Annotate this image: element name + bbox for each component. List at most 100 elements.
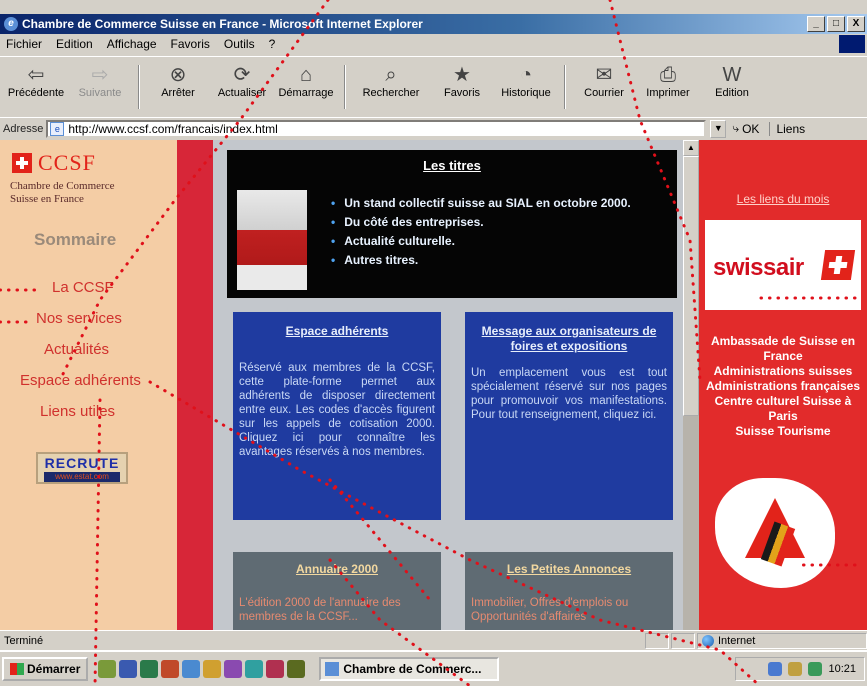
espace-adherents-heading[interactable]: Espace adhérents (233, 324, 441, 339)
toolbar-button-arreter[interactable]: ⊗ Arrêter (146, 57, 210, 115)
titre-item[interactable]: Un stand collectif suisse au SIAL en oct… (331, 194, 631, 213)
ie-icon[interactable] (182, 660, 201, 678)
internet-explorer-icon: e (4, 17, 18, 31)
history-icon: ◔ (519, 64, 533, 86)
security-zone: Internet (697, 632, 867, 649)
magazine-cover-image[interactable] (237, 190, 307, 290)
app-icon[interactable] (224, 660, 243, 678)
link-ambassade[interactable]: Ambassade de Suisse en France (699, 334, 867, 364)
nav-link-actualites[interactable]: Actualités (0, 334, 177, 365)
link-admin-suisses[interactable]: Administrations suisses (699, 364, 867, 379)
scroll-track[interactable] (683, 416, 699, 630)
status-text: Terminé (4, 634, 44, 647)
ccsf-logo[interactable]: CCSF (12, 150, 96, 176)
status-bar: Terminé Internet (0, 630, 867, 650)
menu-affichage[interactable]: Affichage (107, 37, 157, 51)
task-label: Chambre de Commerc... (343, 662, 482, 676)
annuaire-text: L'édition 2000 de l'annuaire des membres… (239, 597, 401, 623)
address-url: http://www.ccsf.com/francais/index.html (68, 121, 278, 136)
toolbar-button-suivante[interactable]: ⇨ Suivante (68, 57, 132, 115)
vertical-scrollbar[interactable]: ▲ (683, 140, 699, 630)
app-icon[interactable] (266, 660, 285, 678)
maximize-button[interactable]: □ (827, 16, 845, 32)
annuaire-heading[interactable]: Annuaire 2000 (233, 562, 441, 576)
toolbar-separator (344, 65, 346, 109)
message-organisateurs-text: Un emplacement vous est tout spécialemen… (471, 367, 667, 421)
home-icon: ⌂ (299, 64, 313, 86)
go-label: OK (742, 121, 760, 136)
toolbar-button-label: Arrêter (161, 87, 195, 99)
close-button[interactable]: X (847, 16, 865, 32)
toolbar-button-courrier[interactable]: ✉ Courrier (572, 57, 636, 115)
tray-network-icon[interactable] (768, 662, 783, 676)
menu-fichier[interactable]: Fichier (6, 37, 42, 51)
titre-item[interactable]: Actualité culturelle. (331, 232, 631, 251)
nav-link-espace-adherents[interactable]: Espace adhérents (0, 365, 177, 396)
titre-item[interactable]: Du côté des entreprises. (331, 213, 631, 232)
toolbar-button-actualiser[interactable]: ⟳ Actualiser (210, 57, 274, 115)
link-centre-culturel[interactable]: Centre culturel Suisse à Paris (699, 394, 867, 424)
refresh-icon: ⟳ (233, 64, 251, 86)
powerpoint-icon[interactable] (161, 660, 180, 678)
petites-annonces-text: Immobilier, Offres d'emplois ou Opportun… (471, 597, 629, 623)
menu-outils[interactable]: Outils (224, 37, 255, 51)
start-button[interactable]: Démarrer (2, 657, 89, 681)
nav-link-la-ccsf[interactable]: La CCSF (0, 272, 177, 303)
minimize-button[interactable]: _ (807, 16, 825, 32)
nav-links: La CCSF Nos services Actualités Espace a… (0, 272, 177, 427)
toolbar-button-imprimer[interactable]: ⎙ Imprimer (636, 57, 700, 115)
outlook-icon[interactable] (203, 660, 222, 678)
links-button[interactable]: Liens (769, 121, 805, 136)
titre-item[interactable]: Autres titres. (331, 251, 631, 270)
centre-culturel-emblem[interactable] (715, 478, 835, 588)
tray-app-icon[interactable] (808, 662, 823, 676)
scroll-thumb[interactable] (683, 156, 699, 416)
zone-label: Internet (718, 634, 756, 647)
nav-link-nos-services[interactable]: Nos services (0, 303, 177, 334)
message-organisateurs-heading[interactable]: Message aux organisateurs de foires et e… (465, 324, 673, 354)
link-suisse-tourisme[interactable]: Suisse Tourisme (699, 424, 867, 439)
right-column: Les liens du mois swissair Ambassade de … (699, 140, 867, 630)
swissair-banner[interactable]: swissair (705, 220, 861, 310)
nav-link-liens-utiles[interactable]: Liens utiles (0, 396, 177, 427)
link-admin-francaises[interactable]: Administrations françaises (699, 379, 867, 394)
scroll-up-arrow-icon[interactable]: ▲ (683, 140, 699, 156)
windows-throbber-icon (839, 35, 865, 53)
recrute-banner[interactable]: RECRUTE www.estat.com (36, 452, 128, 484)
excel-icon[interactable] (140, 660, 159, 678)
toolbar-button-precedente[interactable]: ⇦ Précédente (4, 57, 68, 115)
title-bar: e Chambre de Commerce Suisse en France -… (0, 14, 867, 34)
address-bar: Adresse e http://www.ccsf.com/francais/i… (0, 117, 867, 139)
go-button[interactable]: ⤷ OK (732, 121, 759, 136)
liens-du-mois-heading[interactable]: Les liens du mois (699, 192, 867, 206)
toolbar-button-historique[interactable]: ◔ Historique (494, 57, 558, 115)
toolbar-button-label: Démarrage (278, 87, 334, 99)
mail-icon: ✉ (595, 64, 613, 86)
menu-favoris[interactable]: Favoris (171, 37, 210, 51)
titres-heading[interactable]: Les titres (227, 158, 677, 173)
titres-list: Un stand collectif suisse au SIAL en oct… (331, 194, 631, 270)
menu-help[interactable]: ? (269, 37, 276, 51)
toolbar-button-edition[interactable]: W Edition (700, 57, 764, 115)
app-icon[interactable] (245, 660, 264, 678)
petites-annonces-heading[interactable]: Les Petites Annonces (465, 562, 673, 576)
recrute-url: www.estat.com (44, 472, 120, 482)
address-dropdown-button[interactable]: ▼ (710, 119, 727, 138)
window-title: Chambre de Commerce Suisse en France - M… (22, 17, 423, 31)
menu-edition[interactable]: Edition (56, 37, 93, 51)
desktop-icon[interactable] (98, 660, 117, 678)
app-icon[interactable] (287, 660, 306, 678)
toolbar-button-rechercher[interactable]: ⌕ Rechercher (352, 57, 430, 115)
ie-page-icon (325, 662, 340, 676)
address-input[interactable]: e http://www.ccsf.com/francais/index.htm… (46, 119, 707, 138)
recrute-title: RECRUTE (44, 455, 120, 471)
tray-speaker-icon[interactable] (788, 662, 803, 676)
petites-annonces-panel: Les Petites Annonces Immobilier, Offres … (465, 552, 673, 630)
word-icon[interactable] (119, 660, 138, 678)
toolbar-button-favoris[interactable]: ★ Favoris (430, 57, 494, 115)
toolbar-button-label: Edition (715, 87, 749, 99)
toolbar-button-label: Favoris (443, 87, 481, 99)
toolbar-button-demarrage[interactable]: ⌂ Démarrage (274, 57, 338, 115)
taskbar-window-button[interactable]: Chambre de Commerc... (319, 657, 500, 681)
toolbar-separator (138, 65, 140, 109)
